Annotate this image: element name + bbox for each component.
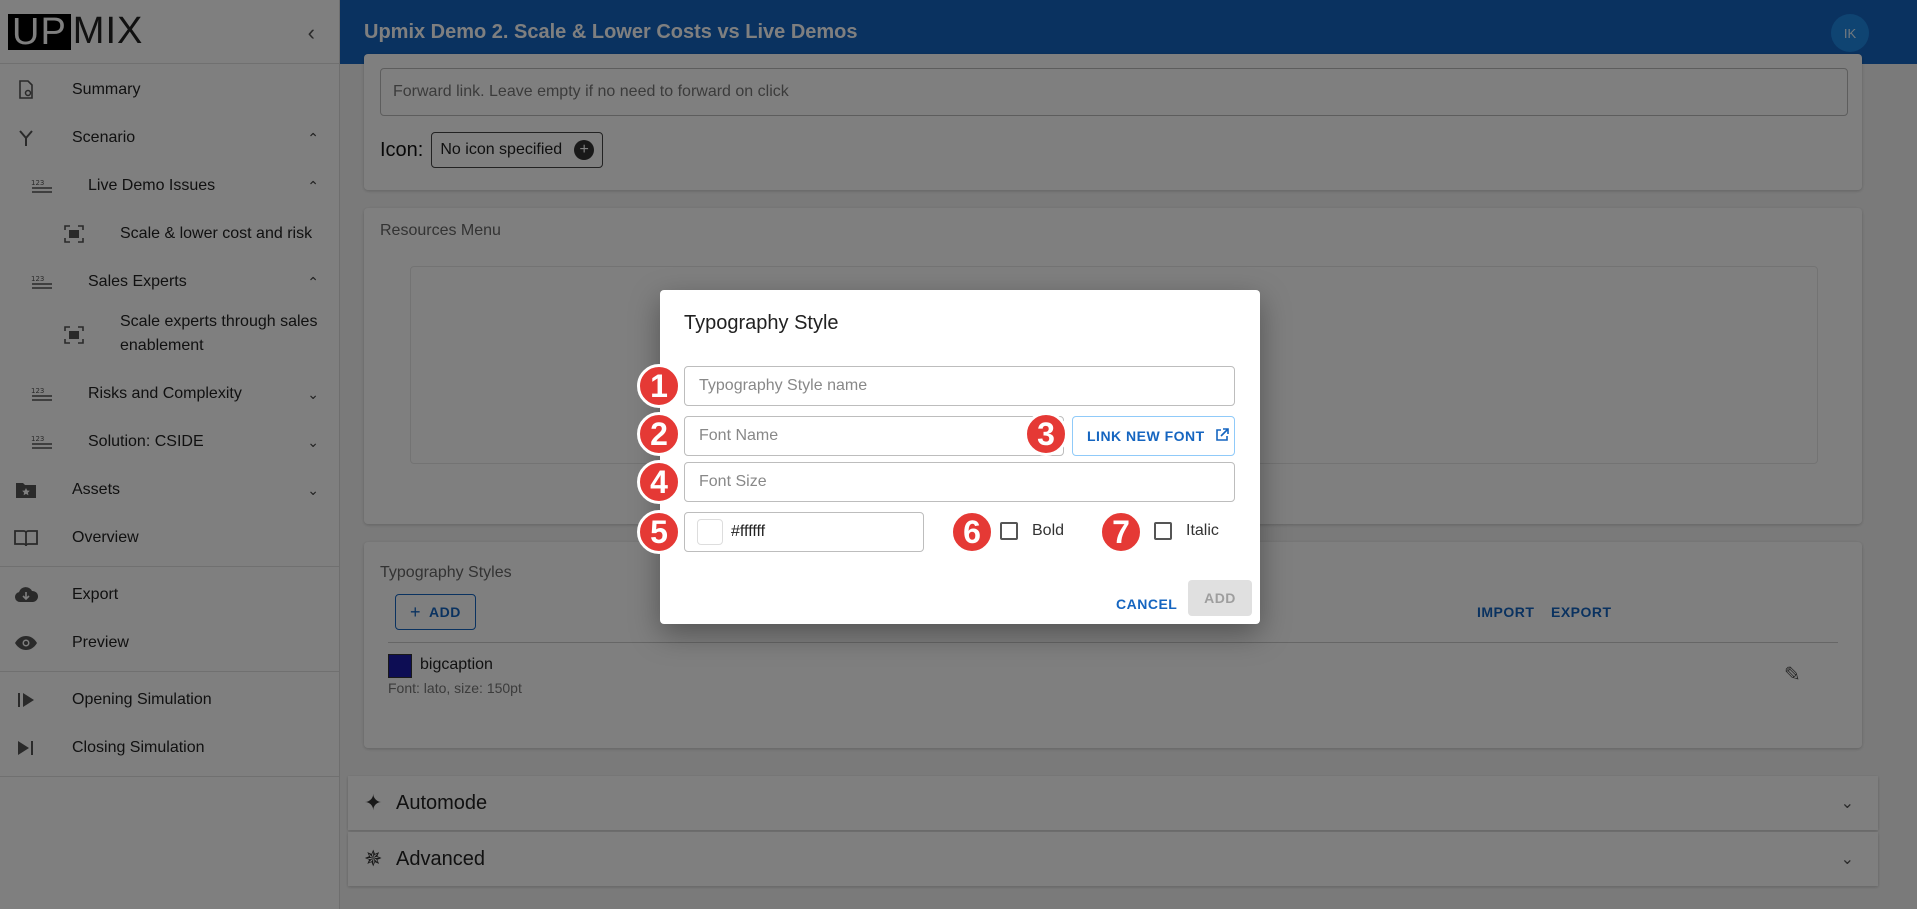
italic-checkbox[interactable]: Italic xyxy=(1154,522,1219,540)
typography-style-dialog: Typography Style Typography Style name F… xyxy=(660,290,1260,624)
marker-4: 4 xyxy=(637,460,681,504)
marker-5: 5 xyxy=(637,510,681,554)
marker-7: 7 xyxy=(1099,510,1143,554)
bold-checkbox[interactable]: Bold xyxy=(1000,522,1064,540)
color-swatch[interactable] xyxy=(697,519,723,545)
bold-checkbox-box[interactable] xyxy=(1000,522,1018,540)
cancel-button[interactable]: CANCEL xyxy=(1116,596,1177,612)
color-value: #ffffff xyxy=(731,523,766,540)
link-font-label: LINK NEW FONT xyxy=(1087,428,1205,444)
font-size-input[interactable]: Font Size xyxy=(684,462,1235,502)
add-button[interactable]: ADD xyxy=(1188,580,1252,616)
marker-6: 6 xyxy=(950,510,994,554)
external-link-icon xyxy=(1215,427,1229,445)
marker-2: 2 xyxy=(637,412,681,456)
marker-3: 3 xyxy=(1024,412,1068,456)
color-input[interactable]: #ffffff xyxy=(684,512,924,552)
dialog-title: Typography Style xyxy=(684,312,839,334)
link-new-font-button[interactable]: LINK NEW FONT xyxy=(1072,416,1235,456)
bold-label: Bold xyxy=(1032,522,1065,539)
italic-label: Italic xyxy=(1186,522,1219,539)
italic-checkbox-box[interactable] xyxy=(1154,522,1172,540)
marker-1: 1 xyxy=(637,364,681,408)
style-name-input[interactable]: Typography Style name xyxy=(684,366,1235,406)
font-name-input[interactable]: Font Name xyxy=(684,416,1064,456)
